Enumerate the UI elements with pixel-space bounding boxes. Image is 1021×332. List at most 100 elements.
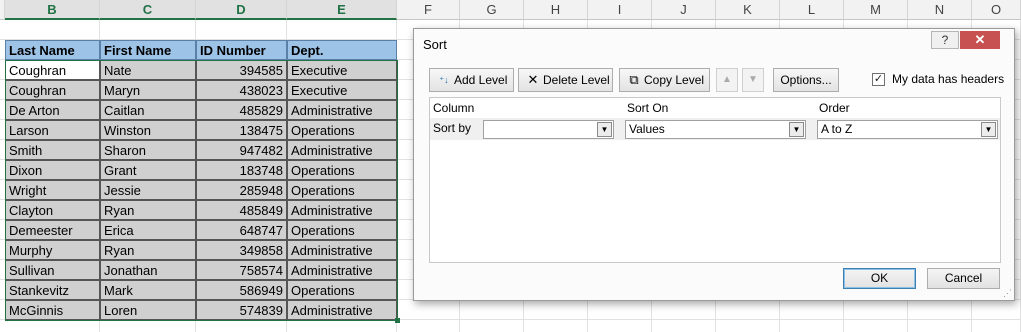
data-cell[interactable]: 947482 xyxy=(196,140,287,160)
data-cell[interactable]: Administrative xyxy=(287,260,397,280)
data-cell[interactable]: Sullivan xyxy=(5,260,100,280)
data-cell[interactable]: Nate xyxy=(100,60,196,80)
data-cell[interactable]: Smith xyxy=(5,140,100,160)
data-cell[interactable]: 485849 xyxy=(196,200,287,220)
data-cell[interactable]: 758574 xyxy=(196,260,287,280)
column-header-B[interactable]: B xyxy=(5,0,100,20)
data-cell[interactable]: Executive xyxy=(287,80,397,100)
column-header-L[interactable]: L xyxy=(780,0,844,20)
data-cell[interactable]: Stankevitz xyxy=(5,280,100,300)
data-cell[interactable]: 138475 xyxy=(196,120,287,140)
data-cell[interactable]: 485829 xyxy=(196,100,287,120)
order-select[interactable]: A to Z ▼ xyxy=(817,120,998,139)
data-cell[interactable]: Executive xyxy=(287,60,397,80)
header-cell[interactable]: ID Number xyxy=(196,40,287,60)
data-cell[interactable]: Ryan xyxy=(100,200,196,220)
column-header-D[interactable]: D xyxy=(196,0,287,20)
sort-on-header: Sort On xyxy=(627,101,669,115)
data-cell[interactable]: Jessie xyxy=(100,180,196,200)
sort-by-label: Sort by xyxy=(433,121,472,135)
delete-x-icon: ✕ xyxy=(527,72,539,87)
column-header-K[interactable]: K xyxy=(716,0,780,20)
header-cell[interactable]: Dept. xyxy=(287,40,397,60)
resize-grip-icon[interactable]: ⋰ xyxy=(1003,289,1012,298)
active-cell[interactable]: Coughran xyxy=(5,60,100,80)
data-cell[interactable]: Loren xyxy=(100,300,196,320)
add-level-icon: ⁺↓ xyxy=(439,75,449,85)
column-header-C[interactable]: C xyxy=(100,0,196,20)
ok-button[interactable]: OK xyxy=(843,268,916,289)
chevron-down-icon[interactable]: ▼ xyxy=(981,122,996,137)
copy-level-button[interactable]: ⧉ Copy Level xyxy=(619,68,710,92)
data-cell[interactable]: Coughran xyxy=(5,80,100,100)
options-button[interactable]: Options... xyxy=(773,68,839,92)
data-cell[interactable]: Sharon xyxy=(100,140,196,160)
data-cell[interactable]: Dixon xyxy=(5,160,100,180)
column-select[interactable]: ▼ xyxy=(483,120,614,139)
data-cell[interactable]: Larson xyxy=(5,120,100,140)
data-cell[interactable]: Winston xyxy=(100,120,196,140)
column-header-N[interactable]: N xyxy=(908,0,972,20)
chevron-down-icon[interactable]: ▼ xyxy=(597,122,612,137)
column-header-H[interactable]: H xyxy=(524,0,588,20)
copy-icon: ⧉ xyxy=(629,72,639,87)
column-header-J[interactable]: J xyxy=(652,0,716,20)
data-cell[interactable]: Ryan xyxy=(100,240,196,260)
data-cell[interactable]: Demeester xyxy=(5,220,100,240)
data-cell[interactable]: 648747 xyxy=(196,220,287,240)
data-cell[interactable]: 438023 xyxy=(196,80,287,100)
sort-levels-list: Column Sort On Order Sort by ▼ Values ▼ … xyxy=(429,97,1001,263)
sort-on-select[interactable]: Values ▼ xyxy=(625,120,806,139)
sort-level-row[interactable]: Sort by ▼ Values ▼ A to Z ▼ xyxy=(430,118,1000,140)
data-cell[interactable]: 394585 xyxy=(196,60,287,80)
data-cell[interactable]: De Arton xyxy=(5,100,100,120)
data-cell[interactable]: Erica xyxy=(100,220,196,240)
move-up-button[interactable]: ▲ xyxy=(716,68,738,92)
column-header-E[interactable]: E xyxy=(287,0,397,20)
chevron-down-icon[interactable]: ▼ xyxy=(789,122,804,137)
data-cell[interactable]: Murphy xyxy=(5,240,100,260)
row-header-stub xyxy=(0,0,5,20)
data-cell[interactable]: Caitlan xyxy=(100,100,196,120)
my-data-has-headers-checkbox[interactable]: ✓ xyxy=(872,73,885,86)
data-cell[interactable]: Administrative xyxy=(287,200,397,220)
close-button[interactable]: ✕ xyxy=(960,31,1000,49)
column-header-M[interactable]: M xyxy=(844,0,908,20)
data-cell[interactable]: 349858 xyxy=(196,240,287,260)
fill-handle[interactable] xyxy=(395,318,400,323)
sort-dialog: Sort ? ✕ ⁺↓ Add Level ✕ Delete Level ⧉ Copy… xyxy=(413,28,1015,301)
data-cell[interactable]: Operations xyxy=(287,280,397,300)
add-level-button[interactable]: ⁺↓ Add Level xyxy=(429,68,514,92)
data-cell[interactable]: 285948 xyxy=(196,180,287,200)
column-header-I[interactable]: I xyxy=(588,0,652,20)
data-cell[interactable]: McGinnis xyxy=(5,300,100,320)
move-down-button[interactable]: ▼ xyxy=(742,68,764,92)
order-select-value: A to Z xyxy=(821,122,853,136)
data-cell[interactable]: Grant xyxy=(100,160,196,180)
column-header-O[interactable]: O xyxy=(972,0,1021,20)
data-cell[interactable]: Jonathan xyxy=(100,260,196,280)
data-cell[interactable]: Administrative xyxy=(287,300,397,320)
data-cell[interactable]: Operations xyxy=(287,220,397,240)
data-cell[interactable]: Operations xyxy=(287,180,397,200)
column-header-G[interactable]: G xyxy=(460,0,524,20)
column-header-F[interactable]: F xyxy=(397,0,460,20)
header-cell[interactable]: First Name xyxy=(100,40,196,60)
data-cell[interactable]: Clayton xyxy=(5,200,100,220)
data-cell[interactable]: 574839 xyxy=(196,300,287,320)
data-cell[interactable]: Administrative xyxy=(287,100,397,120)
help-button[interactable]: ? xyxy=(931,31,959,49)
data-cell[interactable]: 586949 xyxy=(196,280,287,300)
data-cell[interactable]: Administrative xyxy=(287,240,397,260)
data-cell[interactable]: Operations xyxy=(287,160,397,180)
delete-level-button[interactable]: ✕ Delete Level xyxy=(518,68,613,92)
data-cell[interactable]: 183748 xyxy=(196,160,287,180)
cancel-button[interactable]: Cancel xyxy=(927,268,1000,289)
data-cell[interactable]: Operations xyxy=(287,120,397,140)
data-cell[interactable]: Mark xyxy=(100,280,196,300)
copy-level-label: Copy Level xyxy=(644,73,705,87)
data-cell[interactable]: Maryn xyxy=(100,80,196,100)
data-cell[interactable]: Wright xyxy=(5,180,100,200)
data-cell[interactable]: Administrative xyxy=(287,140,397,160)
header-cell[interactable]: Last Name xyxy=(5,40,100,60)
